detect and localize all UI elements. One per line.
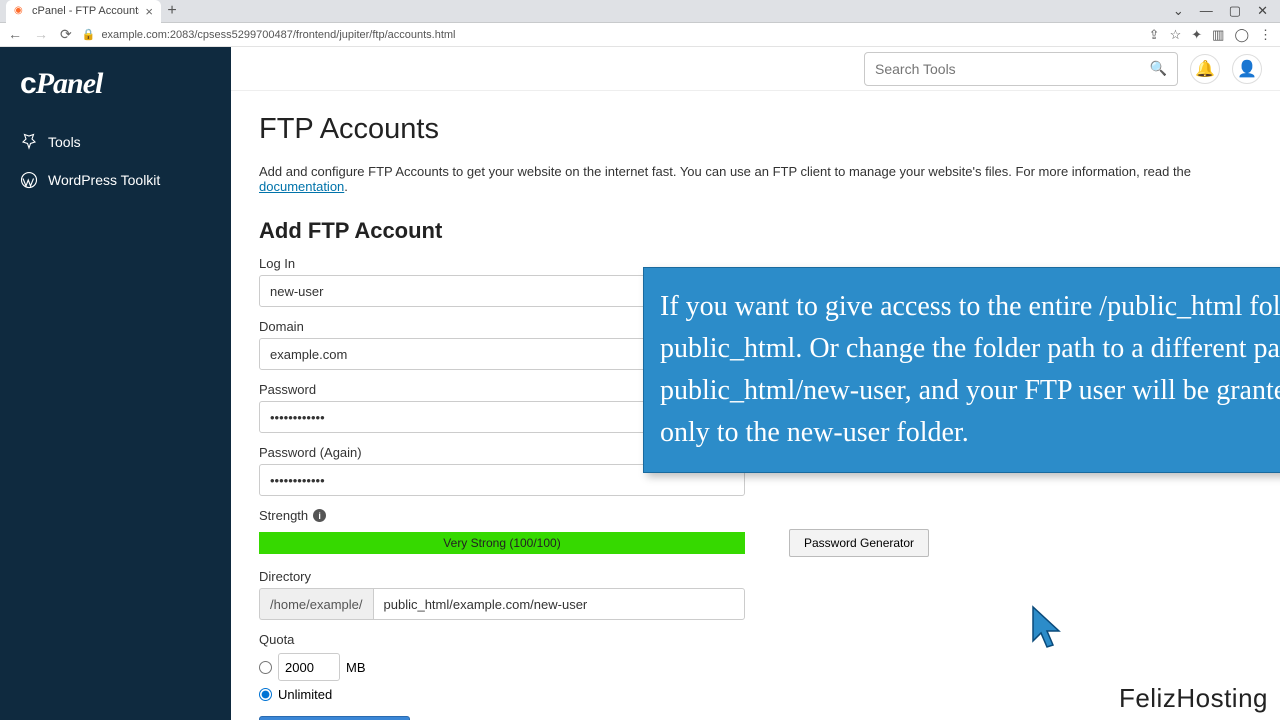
sidebar-item-wordpress[interactable]: WordPress Toolkit (0, 161, 231, 199)
back-icon[interactable]: ← (8, 26, 22, 43)
page-title: FTP Accounts (259, 113, 1252, 146)
documentation-link[interactable]: documentation (259, 179, 344, 194)
search-box[interactable]: 🔍 (864, 52, 1178, 86)
menu-icon[interactable]: ⋮ (1259, 27, 1272, 43)
search-icon[interactable]: 🔍 (1150, 60, 1167, 77)
lock-icon: 🔒 (82, 28, 96, 41)
quota-label: Quota (259, 632, 1252, 647)
section-heading: Add FTP Account (259, 218, 1252, 244)
top-bar: 🔍 🔔 👤 (231, 47, 1280, 91)
browser-tab[interactable]: ◉ cPanel - FTP Accounts × (6, 0, 161, 23)
create-ftp-button[interactable]: Create FTP Account (259, 716, 410, 720)
strength-meter: Very Strong (100/100) (259, 532, 745, 554)
new-tab-button[interactable]: + (161, 2, 183, 20)
star-icon[interactable]: ☆ (1170, 27, 1182, 43)
tools-icon (20, 133, 38, 151)
minimize-icon[interactable]: — (1200, 3, 1213, 19)
sidebar-item-label: WordPress Toolkit (48, 172, 160, 188)
cpanel-logo: cPanel (0, 67, 231, 123)
chevron-down-icon[interactable]: ⌄ (1173, 3, 1184, 19)
directory-label: Directory (259, 569, 1252, 584)
sidebar-item-label: Tools (48, 134, 81, 150)
forward-icon[interactable]: → (34, 26, 48, 43)
info-icon[interactable]: i (313, 509, 326, 522)
favicon-icon: ◉ (14, 5, 26, 17)
directory-prefix: /home/example/ (259, 588, 373, 620)
maximize-icon[interactable]: ▢ (1229, 3, 1241, 19)
search-input[interactable] (875, 61, 1150, 77)
sidebar: cPanel Tools WordPress Toolkit (0, 47, 231, 720)
share-icon[interactable]: ⇪ (1149, 27, 1160, 43)
quota-limited-radio[interactable] (259, 661, 272, 674)
account-button[interactable]: 👤 (1232, 54, 1262, 84)
quota-unlimited-radio[interactable] (259, 688, 272, 701)
quota-value-input[interactable] (278, 653, 340, 681)
quota-unlimited-label: Unlimited (278, 687, 332, 702)
info-overlay: If you want to give access to the entire… (643, 267, 1280, 473)
browser-tab-strip: ◉ cPanel - FTP Accounts × + ⌄ — ▢ ✕ (0, 0, 1280, 23)
notifications-button[interactable]: 🔔 (1190, 54, 1220, 84)
window-controls: ⌄ — ▢ ✕ (1173, 3, 1280, 19)
password-generator-button[interactable]: Password Generator (789, 529, 929, 557)
wordpress-icon (20, 171, 38, 189)
quota-unit: MB (346, 660, 366, 675)
sidebar-item-tools[interactable]: Tools (0, 123, 231, 161)
watermark: FelizHosting (1119, 683, 1268, 714)
user-icon: 👤 (1237, 59, 1257, 79)
profile-icon[interactable]: ◯ (1234, 27, 1249, 43)
address-bar: ← → ⟳ 🔒 example.com:2083/cpsess529970048… (0, 23, 1280, 47)
tab-close-icon[interactable]: × (145, 4, 153, 19)
panel-icon[interactable]: ▥ (1212, 27, 1224, 43)
reload-icon[interactable]: ⟳ (60, 26, 72, 43)
extensions-icon[interactable]: ✦ (1191, 27, 1202, 43)
url-text: example.com:2083/cpsess5299700487/fronte… (101, 29, 455, 41)
strength-label: Strength i (259, 508, 1252, 523)
url-field[interactable]: 🔒 example.com:2083/cpsess5299700487/fron… (82, 28, 1139, 41)
directory-input[interactable] (373, 588, 746, 620)
page-description: Add and configure FTP Accounts to get yo… (259, 164, 1252, 194)
tab-title: cPanel - FTP Accounts (32, 5, 139, 17)
close-icon[interactable]: ✕ (1257, 3, 1268, 19)
bell-icon: 🔔 (1195, 59, 1215, 79)
